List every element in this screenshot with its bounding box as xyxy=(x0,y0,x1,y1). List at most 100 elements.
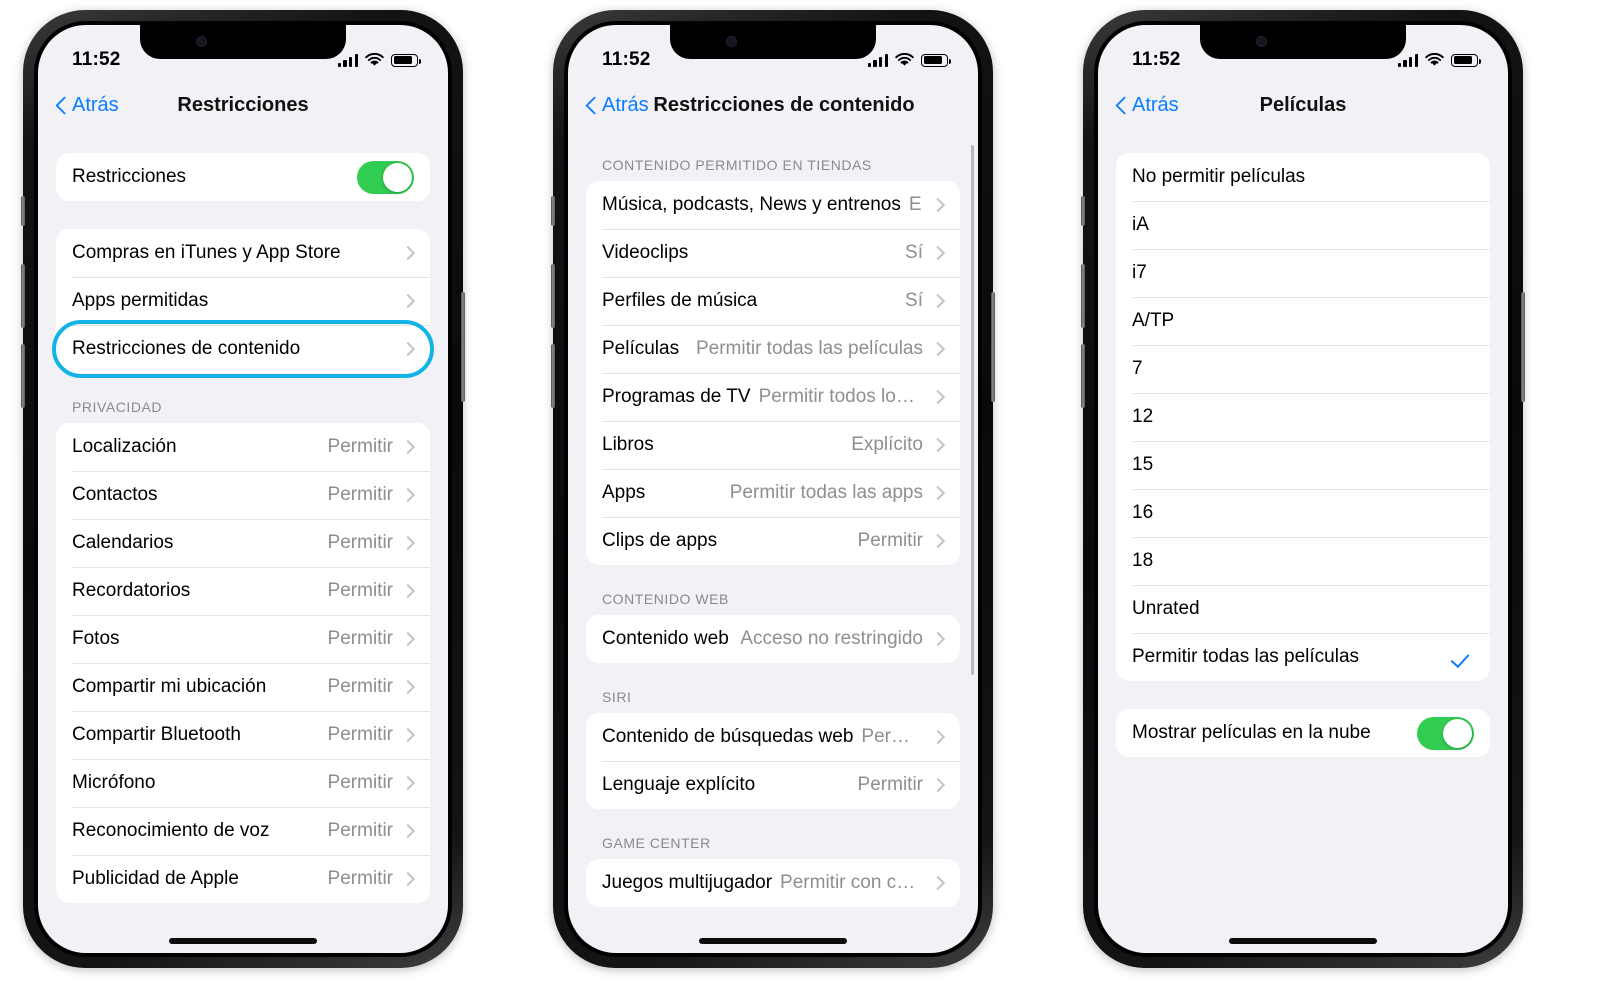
list-row[interactable]: Restricciones de contenido xyxy=(56,325,430,373)
scroll-content[interactable]: Restricciones Compras en iTunes y App Sto… xyxy=(38,131,448,953)
volume-down-button[interactable] xyxy=(1081,344,1085,408)
list-row[interactable]: Contenido de búsquedas web Permitir xyxy=(586,713,960,761)
status-bar: 11:52 xyxy=(568,25,978,79)
list-row[interactable]: Compartir mi ubicación Permitir xyxy=(56,663,430,711)
list-row[interactable]: Apps Permitir todas las apps xyxy=(586,469,960,517)
list-row[interactable]: Juegos multijugador Permitir con cual... xyxy=(586,859,960,907)
section-wrap: Compras en iTunes y App Store Apps permit… xyxy=(52,229,434,378)
scroll-content[interactable]: CONTENIDO PERMITIDO EN TIENDAS Música, po… xyxy=(568,131,978,953)
list-row[interactable]: 15 xyxy=(1116,441,1490,489)
chevron-right-icon xyxy=(402,825,414,837)
section-header: CONTENIDO PERMITIDO EN TIENDAS xyxy=(602,157,872,173)
chevron-right-icon xyxy=(932,633,944,645)
mute-switch-button[interactable] xyxy=(1081,196,1085,226)
list-row[interactable]: 16 xyxy=(1116,489,1490,537)
section-wrap: Restricciones xyxy=(56,153,430,201)
list-row[interactable]: Calendarios Permitir xyxy=(56,519,430,567)
mute-switch-button[interactable] xyxy=(551,196,555,226)
row-label: Reconocimiento de voz xyxy=(72,820,270,841)
list-row[interactable]: No permitir películas xyxy=(1116,153,1490,201)
phone-screen: 11:52 Atrás Restricciones de contenido CONT… xyxy=(568,25,978,953)
volume-up-button[interactable] xyxy=(1081,264,1085,328)
section-wrap: Localización Permitir Contactos Permitir Cal… xyxy=(56,423,430,903)
list-row[interactable]: Contenido web Acceso no restringido xyxy=(586,615,960,663)
list-row[interactable]: Unrated xyxy=(1116,585,1490,633)
volume-up-button[interactable] xyxy=(551,264,555,328)
row-label: Fotos xyxy=(72,628,120,649)
list-row[interactable]: Compras en iTunes y App Store xyxy=(56,229,430,277)
toggle-switch[interactable] xyxy=(357,160,414,194)
volume-down-button[interactable] xyxy=(21,344,25,408)
power-button[interactable] xyxy=(1521,292,1525,402)
cellular-signal-icon xyxy=(867,53,888,67)
list-row[interactable]: iA xyxy=(1116,201,1490,249)
section-card: Restricciones xyxy=(56,153,430,201)
back-button[interactable]: Atrás xyxy=(586,94,649,117)
list-row[interactable]: Música, podcasts, News y entrenos E... xyxy=(586,181,960,229)
status-bar-time: 11:52 xyxy=(72,49,121,70)
chevron-right-icon xyxy=(402,633,414,645)
status-bar-icons xyxy=(337,52,421,67)
row-label: Contactos xyxy=(72,484,158,505)
row-label: Programas de TV xyxy=(602,386,751,407)
row-value: Permitir xyxy=(857,530,923,551)
list-row[interactable]: Programas de TV Permitir todos los pr... xyxy=(586,373,960,421)
status-bar-icons xyxy=(867,52,951,67)
list-row[interactable]: Libros Explícito xyxy=(586,421,960,469)
chevron-right-icon xyxy=(932,731,944,743)
list-row[interactable]: Compartir Bluetooth Permitir xyxy=(56,711,430,759)
list-row[interactable]: 7 xyxy=(1116,345,1490,393)
volume-down-button[interactable] xyxy=(551,344,555,408)
home-indicator[interactable] xyxy=(169,938,317,944)
back-button-label: Atrás xyxy=(602,93,649,116)
nav-bar: Atrás Restricciones xyxy=(38,79,448,131)
mute-switch-button[interactable] xyxy=(21,196,25,226)
wifi-icon xyxy=(1425,52,1444,67)
section-wrap: Contenido de búsquedas web Permitir Lengua… xyxy=(586,713,960,809)
home-indicator[interactable] xyxy=(699,938,847,944)
power-button[interactable] xyxy=(991,292,995,402)
list-row[interactable]: Mostrar películas en la nube xyxy=(1116,709,1490,757)
list-row[interactable]: Localización Permitir xyxy=(56,423,430,471)
list-row[interactable]: Contactos Permitir xyxy=(56,471,430,519)
list-row[interactable]: Videoclips Sí xyxy=(586,229,960,277)
volume-up-button[interactable] xyxy=(21,264,25,328)
nav-bar: Atrás Películas xyxy=(1098,79,1508,131)
list-row[interactable]: Clips de apps Permitir xyxy=(586,517,960,565)
list-row[interactable]: Permitir todas las películas xyxy=(1116,633,1490,681)
row-label: A/TP xyxy=(1132,310,1175,331)
phone-bezel: 11:52 Atrás Restricciones Restricciones Comp… xyxy=(34,21,452,957)
list-row[interactable]: Apps permitidas xyxy=(56,277,430,325)
row-label: Compras en iTunes y App Store xyxy=(72,242,341,263)
list-row[interactable]: Recordatorios Permitir xyxy=(56,567,430,615)
list-row[interactable]: A/TP xyxy=(1116,297,1490,345)
section-header: GAME CENTER xyxy=(602,835,711,851)
battery-icon xyxy=(921,53,951,67)
toggle-switch[interactable] xyxy=(1417,716,1474,750)
power-button[interactable] xyxy=(461,292,465,402)
list-row[interactable]: Fotos Permitir xyxy=(56,615,430,663)
section-card: Contenido web Acceso no restringido xyxy=(586,615,960,663)
chevron-right-icon xyxy=(402,729,414,741)
list-row[interactable]: Publicidad de Apple Permitir xyxy=(56,855,430,903)
row-label: Recordatorios xyxy=(72,580,191,601)
home-indicator[interactable] xyxy=(1229,938,1377,944)
row-label: Permitir todas las películas xyxy=(1132,646,1360,667)
row-value: Sí xyxy=(905,242,923,263)
back-button[interactable]: Atrás xyxy=(56,94,119,117)
row-value: Permitir xyxy=(327,628,393,649)
row-label: Lenguaje explícito xyxy=(602,774,756,795)
list-row[interactable]: Lenguaje explícito Permitir xyxy=(586,761,960,809)
list-row[interactable]: Micrófono Permitir xyxy=(56,759,430,807)
back-button[interactable]: Atrás xyxy=(1116,94,1179,117)
list-row[interactable]: 12 xyxy=(1116,393,1490,441)
scroll-content[interactable]: No permitir películas iA i7 A/TP 7 12 15 16 18 Un… xyxy=(1098,131,1508,953)
list-row[interactable]: Reconocimiento de voz Permitir xyxy=(56,807,430,855)
list-row[interactable]: 18 xyxy=(1116,537,1490,585)
list-row[interactable]: Restricciones xyxy=(56,153,430,201)
scrollbar-thumb[interactable] xyxy=(971,145,974,675)
list-row[interactable]: Películas Permitir todas las películas xyxy=(586,325,960,373)
status-bar-time: 11:52 xyxy=(602,49,651,70)
list-row[interactable]: i7 xyxy=(1116,249,1490,297)
list-row[interactable]: Perfiles de música Sí xyxy=(586,277,960,325)
